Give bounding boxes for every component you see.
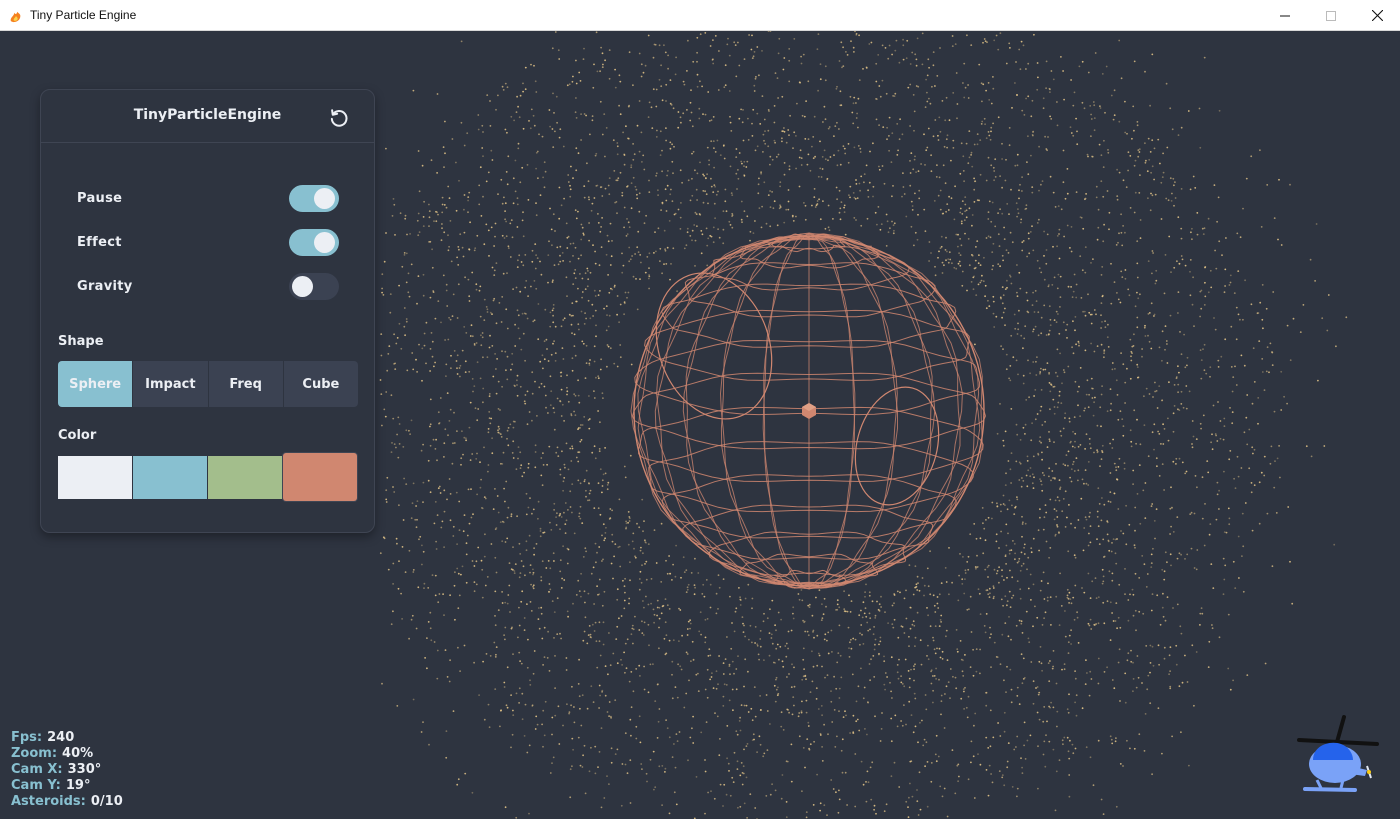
effect-label: Effect: [77, 235, 122, 250]
color-swatch-white[interactable]: [58, 456, 132, 499]
shape-label: Shape: [58, 334, 104, 349]
particle-cloud: [379, 31, 1348, 819]
helicopter-icon[interactable]: [1295, 714, 1385, 794]
toggle-knob: [314, 188, 335, 209]
toggle-knob: [292, 276, 313, 297]
minimize-button[interactable]: [1262, 0, 1308, 31]
pause-label: Pause: [77, 191, 123, 206]
window-title: Tiny Particle Engine: [30, 8, 137, 22]
color-label: Color: [58, 428, 97, 443]
shape-selector: Sphere Impact Freq Cube: [58, 361, 358, 407]
gravity-label: Gravity: [77, 279, 133, 294]
stat-asteroids: Asteroids: 0/10: [11, 794, 123, 809]
color-selector: [58, 453, 358, 501]
color-swatch-blue[interactable]: [133, 456, 207, 499]
shape-cube-button[interactable]: Cube: [284, 361, 358, 407]
shape-impact-button[interactable]: Impact: [133, 361, 209, 407]
stats-overlay: Fps: 240 Zoom: 40% Cam X: 330° Cam Y: 19° As…: [11, 730, 123, 810]
close-icon: [1371, 10, 1383, 21]
shape-sphere-button[interactable]: Sphere: [58, 361, 134, 407]
minimize-icon: [1280, 15, 1290, 16]
maximize-button[interactable]: [1308, 0, 1354, 31]
toggle-knob: [314, 232, 335, 253]
pause-row: Pause: [77, 185, 339, 213]
panel-title: TinyParticleEngine: [133, 107, 282, 123]
control-panel: TinyParticleEngine Pause Effect Gravity …: [40, 89, 375, 533]
stat-cam-y: Cam Y: 19°: [11, 778, 91, 793]
center-cube: [802, 403, 816, 419]
effect-row: Effect: [77, 229, 339, 257]
maximize-icon: [1326, 10, 1336, 21]
gravity-toggle[interactable]: [289, 273, 339, 300]
pause-toggle[interactable]: [289, 185, 339, 212]
stat-cam-x: Cam X: 330°: [11, 762, 102, 777]
shape-freq-button[interactable]: Freq: [209, 361, 284, 407]
stat-fps: Fps: 240: [11, 730, 75, 745]
window-titlebar[interactable]: Tiny Particle Engine: [0, 0, 1400, 31]
color-swatch-green[interactable]: [208, 456, 282, 499]
close-button[interactable]: [1354, 0, 1400, 31]
panel-header: TinyParticleEngine: [41, 90, 374, 143]
color-swatch-orange[interactable]: [283, 453, 357, 501]
flame-icon: [10, 11, 21, 23]
effect-toggle[interactable]: [289, 229, 339, 256]
stat-zoom: Zoom: 40%: [11, 746, 94, 761]
gravity-row: Gravity: [77, 273, 339, 301]
refresh-icon[interactable]: [328, 107, 350, 129]
